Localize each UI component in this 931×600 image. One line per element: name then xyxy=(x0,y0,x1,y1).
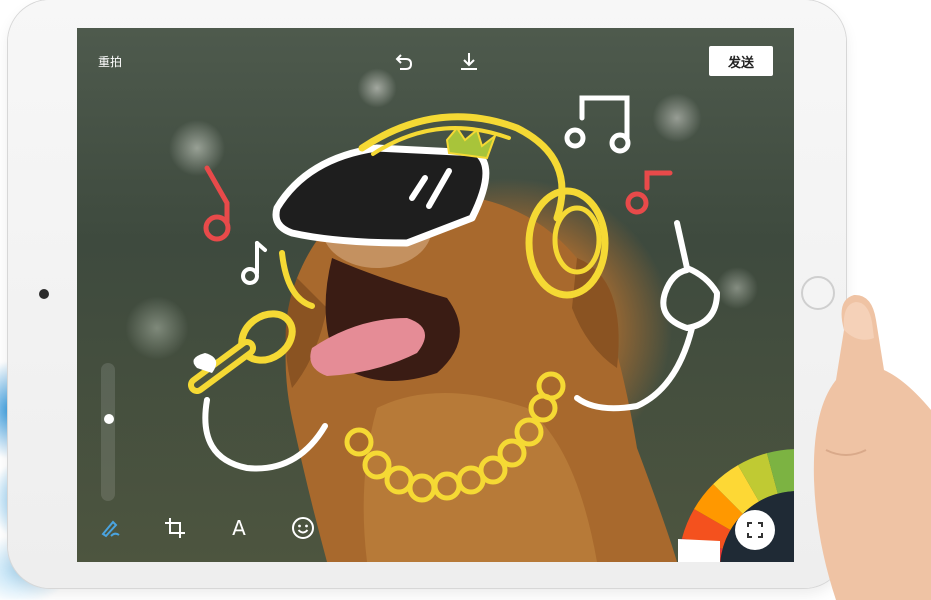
music-note-white-double xyxy=(564,95,631,154)
emoji-icon[interactable] xyxy=(289,514,317,542)
music-note-white-small xyxy=(241,241,267,285)
crop-icon[interactable] xyxy=(161,514,189,542)
expand-button[interactable] xyxy=(735,510,775,550)
text-icon[interactable]: A xyxy=(225,514,253,542)
expand-icon xyxy=(747,522,763,538)
photo-editor-screen: 重拍 发送 A xyxy=(77,28,794,562)
camera-icon xyxy=(39,289,49,299)
brush-size-slider[interactable] xyxy=(101,363,115,501)
color-swatch-white[interactable] xyxy=(678,539,720,562)
text-tool-label: A xyxy=(232,516,246,540)
undo-icon[interactable] xyxy=(391,50,415,74)
retake-button[interactable]: 重拍 xyxy=(98,53,122,70)
music-note-red-right xyxy=(625,170,673,215)
color-picker-wheel[interactable] xyxy=(673,444,794,562)
pen-icon[interactable] xyxy=(97,514,125,542)
tablet-frame: 重拍 发送 A xyxy=(8,0,846,588)
download-icon[interactable] xyxy=(457,50,481,74)
music-note-red-left xyxy=(203,165,231,242)
hand xyxy=(813,294,931,600)
send-button[interactable]: 发送 xyxy=(709,46,773,76)
